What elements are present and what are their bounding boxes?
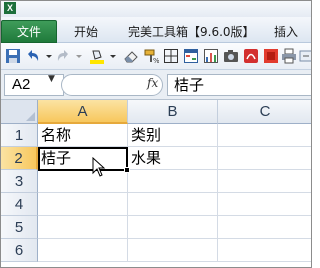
more-icon[interactable] <box>299 48 311 64</box>
pdf-icon[interactable] <box>243 48 259 64</box>
ribbon-tabs: 文件 开始 完美工具箱【9.6.0版】 插入 <box>1 17 311 43</box>
cell-b3[interactable] <box>128 170 218 193</box>
chart-icon[interactable] <box>203 48 219 64</box>
row-header-2[interactable]: 2 <box>1 147 38 170</box>
fill-handle[interactable] <box>124 167 130 173</box>
quick-access-toolbar: % <box>1 43 311 70</box>
cell-c4[interactable] <box>218 193 311 216</box>
cell-b4[interactable] <box>128 193 218 216</box>
cell-c6[interactable] <box>218 239 311 262</box>
column-header-c[interactable]: C <box>218 100 311 124</box>
undo-icon[interactable] <box>25 48 41 64</box>
active-cell-border <box>38 147 128 171</box>
row-header-4[interactable]: 4 <box>1 193 38 216</box>
formula-input[interactable]: 桔子 <box>167 74 311 96</box>
tab-file[interactable]: 文件 <box>1 20 57 43</box>
column-header-a[interactable]: A <box>38 100 128 124</box>
cell-a4[interactable] <box>38 193 128 216</box>
insert-function-button[interactable]: fx <box>147 76 158 90</box>
title-bar: X <box>1 1 311 17</box>
tab-toolbox[interactable]: 完美工具箱【9.6.0版】 <box>128 21 255 43</box>
cell-a5[interactable] <box>38 216 128 239</box>
cell-c3[interactable] <box>218 170 311 193</box>
redo-dropdown-icon[interactable] <box>71 48 82 64</box>
format-painter-icon[interactable]: % <box>143 48 159 64</box>
worksheet-grid: A B C 1 2 3 4 5 6 名称 类别 桔子 水果 <box>1 100 311 267</box>
cell-b6[interactable] <box>128 239 218 262</box>
redo-icon[interactable] <box>55 48 71 64</box>
cell-c2[interactable] <box>218 147 311 170</box>
cell-a1[interactable]: 名称 <box>38 124 128 147</box>
cell-b5[interactable] <box>128 216 218 239</box>
photo-icon[interactable] <box>223 48 239 64</box>
tab-insert[interactable]: 插入 <box>274 21 298 43</box>
cell-a3[interactable] <box>38 170 128 193</box>
cell-b2[interactable]: 水果 <box>128 147 218 170</box>
tab-start[interactable]: 开始 <box>74 21 98 43</box>
borders-icon[interactable] <box>163 48 179 64</box>
table-icon[interactable] <box>183 48 199 64</box>
red-square-icon[interactable] <box>263 48 279 64</box>
save-icon[interactable] <box>5 48 21 64</box>
cell-a6[interactable] <box>38 239 128 262</box>
undo-dropdown-icon[interactable] <box>41 48 52 64</box>
cell-c5[interactable] <box>218 216 311 239</box>
eraser-icon[interactable] <box>123 48 139 64</box>
row-header-5[interactable]: 5 <box>1 216 38 239</box>
column-header-b[interactable]: B <box>128 100 218 124</box>
row-header-6[interactable]: 6 <box>1 239 38 262</box>
excel-logo-icon: X <box>4 2 16 14</box>
print-icon[interactable] <box>281 48 297 64</box>
formula-bar: A2 ▼ fx 桔子 <box>1 70 311 100</box>
name-box-dropdown-icon[interactable]: ▼ <box>48 74 55 84</box>
mouse-pointer-icon <box>92 156 108 179</box>
cell-c1[interactable] <box>218 124 311 147</box>
row-header-1[interactable]: 1 <box>1 124 38 147</box>
fill-color-dropdown-icon[interactable] <box>105 48 116 64</box>
fill-color-icon[interactable] <box>89 48 105 64</box>
cell-b1[interactable]: 类别 <box>128 124 218 147</box>
row-header-3[interactable]: 3 <box>1 170 38 193</box>
svg-text:%: % <box>153 57 159 64</box>
select-all-button[interactable] <box>1 100 38 124</box>
name-box[interactable]: A2 <box>4 74 64 96</box>
excel-window: X 文件 开始 完美工具箱【9.6.0版】 插入 % A2 ▼ fx 桔子 A … <box>0 0 312 268</box>
